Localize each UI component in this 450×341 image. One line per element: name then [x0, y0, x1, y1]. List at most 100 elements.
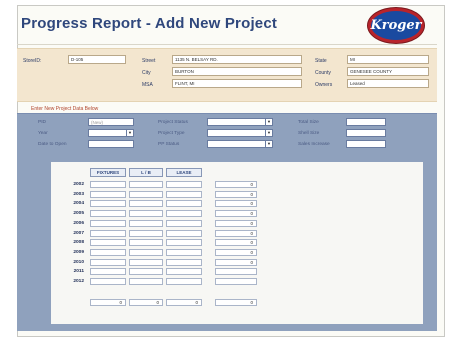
grid-cell-2006-fixtures[interactable] [90, 219, 126, 227]
pp-status-select[interactable]: ▼ [207, 140, 273, 148]
grid-cell-2012-lease[interactable] [166, 278, 202, 285]
street-field[interactable]: 1135 N. BELSAY RD. [172, 55, 302, 64]
storeid-label: StoreID: [23, 58, 42, 64]
grid-cell-2004-fixtures[interactable] [90, 200, 126, 208]
kroger-logo: Kroger [368, 8, 424, 43]
grid-cell-2007-fixtures[interactable] [90, 229, 126, 237]
owners-field[interactable]: Leased [347, 79, 429, 88]
sales-increase-field[interactable] [346, 140, 386, 148]
row-total-2012 [215, 278, 257, 285]
total-size-label: Total Size [298, 120, 319, 125]
logo-text: Kroger [370, 18, 422, 33]
grid-cell-2003-lease[interactable] [166, 190, 202, 198]
grid-cell-2011-lb[interactable] [129, 268, 163, 276]
grid-cell-2005-fixtures[interactable] [90, 210, 126, 218]
grid-cell-2004-lb[interactable] [129, 200, 163, 208]
project-type-select[interactable]: ▼ [207, 129, 273, 137]
sales-increase-label: Sales Increase [298, 142, 330, 147]
pp-status-label: PP Status [158, 142, 180, 147]
project-status-label: Project Status [158, 120, 188, 125]
grand-total: 0 [215, 299, 257, 306]
row-total-2010: 0 [215, 258, 257, 266]
date-open-label: Date to Open [38, 142, 67, 147]
grid-cell-2011-fixtures[interactable] [90, 268, 126, 276]
grid-cell-2004-lease[interactable] [166, 200, 202, 208]
street-label: Street [142, 58, 156, 64]
grid-cell-2010-fixtures[interactable] [90, 258, 126, 266]
year-label-2007: 2007 [73, 230, 84, 236]
grid-cell-2010-lb[interactable] [129, 258, 163, 266]
year-label-2004: 2004 [73, 201, 84, 207]
grid-cell-2009-lb[interactable] [129, 248, 163, 256]
year-label-2011: 2011 [73, 269, 84, 275]
fixtures-total: 0 [90, 299, 126, 306]
year-label-2012: 2012 [73, 279, 84, 284]
year-label-2003: 2003 [73, 191, 84, 197]
year-label-2008: 2008 [73, 240, 84, 246]
state-field[interactable]: MI [347, 55, 429, 64]
storeid-field[interactable]: D-105 [68, 55, 126, 64]
year-select[interactable]: ▼ [88, 129, 134, 137]
grid-cell-2008-fixtures[interactable] [90, 239, 126, 247]
row-total-2002: 0 [215, 181, 257, 188]
grid-cell-2008-lb[interactable] [129, 239, 163, 247]
grid-cell-2006-lb[interactable] [129, 219, 163, 227]
grid-cell-2007-lb[interactable] [129, 229, 163, 237]
grid-cell-2012-lb[interactable] [129, 278, 163, 285]
lease-total: 0 [166, 299, 202, 306]
project-status-select[interactable]: ▼ [207, 118, 273, 126]
grid-cell-2002-fixtures[interactable] [90, 181, 126, 188]
year-label: Year [38, 131, 48, 136]
grid-cell-2011-lease[interactable] [166, 268, 202, 276]
grid-cell-2003-lb[interactable] [129, 190, 163, 198]
shell-size-field[interactable] [346, 129, 386, 137]
pid-label: PID [38, 120, 46, 125]
row-total-2011 [215, 268, 257, 276]
col-head-lb: L / B [129, 168, 163, 177]
grid-cell-2002-lease[interactable] [166, 181, 202, 188]
chevron-down-icon[interactable]: ▼ [126, 130, 133, 136]
year-label-2010: 2010 [73, 259, 84, 265]
project-type-label: Project Type [158, 131, 185, 136]
col-head-fixtures: FIXTURES [90, 168, 126, 177]
grid-cell-2005-lb[interactable] [129, 210, 163, 218]
state-label: State [315, 58, 327, 64]
owners-label: Owners [315, 82, 333, 88]
grid-cell-2007-lease[interactable] [166, 229, 202, 237]
row-total-2006: 0 [215, 219, 257, 227]
grid-cell-2012-fixtures[interactable] [90, 278, 126, 285]
chevron-down-icon[interactable]: ▼ [265, 119, 272, 125]
total-size-field[interactable] [346, 118, 386, 126]
city-label: City [142, 70, 151, 76]
grid-cell-2010-lease[interactable] [166, 258, 202, 266]
lb-total: 0 [129, 299, 163, 306]
grid-cell-2009-lease[interactable] [166, 248, 202, 256]
county-label: County [315, 70, 331, 76]
col-head-lease: LEASE [166, 168, 202, 177]
chevron-down-icon[interactable]: ▼ [265, 141, 272, 147]
grid-cell-2008-lease[interactable] [166, 239, 202, 247]
city-field[interactable]: BURTON [172, 67, 302, 76]
new-project-heading: Enter New Project Data Below [31, 106, 99, 112]
grid-cell-2003-fixtures[interactable] [90, 190, 126, 198]
chevron-down-icon[interactable]: ▼ [265, 130, 272, 136]
page-title: Progress Report - Add New Project [21, 15, 278, 32]
grid-cell-2006-lease[interactable] [166, 219, 202, 227]
grid-cell-2005-lease[interactable] [166, 210, 202, 218]
msa-field[interactable]: FLINT, MI [172, 79, 302, 88]
shell-size-label: Shell Size [298, 131, 320, 136]
row-total-2007: 0 [215, 229, 257, 237]
year-label-2006: 2006 [73, 220, 84, 226]
grid-cell-2009-fixtures[interactable] [90, 248, 126, 256]
date-open-field[interactable] [88, 140, 134, 148]
row-total-2008: 0 [215, 239, 257, 247]
row-total-2009: 0 [215, 248, 257, 256]
grid-cell-2002-lb[interactable] [129, 181, 163, 188]
pid-field[interactable]: (New) [88, 118, 134, 126]
msa-label: MSA [142, 82, 153, 88]
year-label-2009: 2009 [73, 249, 84, 255]
county-field[interactable]: GENESEE COUNTY [347, 67, 429, 76]
row-total-2004: 0 [215, 200, 257, 208]
row-total-2003: 0 [215, 190, 257, 198]
year-label-2005: 2005 [73, 211, 84, 217]
